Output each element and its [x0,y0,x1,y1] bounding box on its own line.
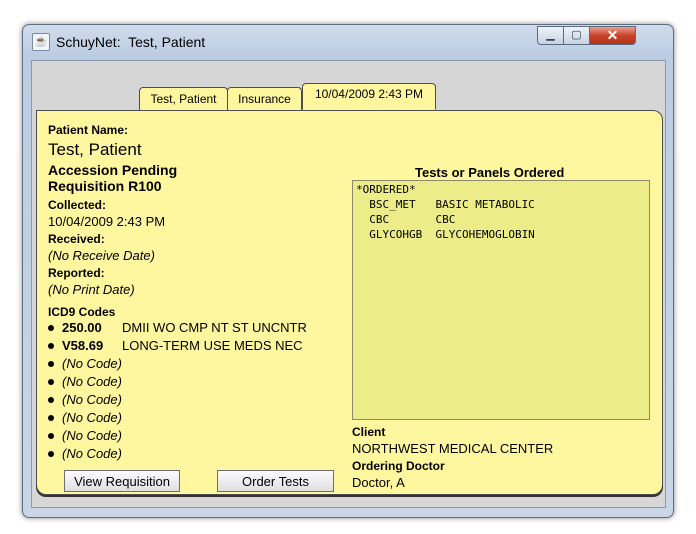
icd9-code-row: V58.69 LONG-TERM USE MEDS NEC [48,338,303,356]
ordering-doctor-label: Ordering Doctor [352,459,445,473]
accession-status: Accession Pending [48,162,178,178]
minimize-button[interactable]: ▁ [537,26,564,45]
view-requisition-button[interactable]: View Requisition [64,470,180,492]
bullet-icon [48,414,54,421]
icd9-code: (No Code) [62,392,122,407]
tests-line: CBC CBC [356,213,456,226]
bullet-icon [48,450,54,457]
icd9-code: 250.00 [62,320,102,335]
icd9-code: (No Code) [62,428,122,443]
icd9-code: (No Code) [62,374,122,389]
icd9-code-row: (No Code) [48,392,122,410]
accession-panel: Patient Name: Test, Patient Accession Pe… [36,110,663,495]
icd9-code-row: (No Code) [48,410,122,428]
tab-accession-date[interactable]: 10/04/2009 2:43 PM [302,83,436,110]
collected-value: 10/04/2009 2:43 PM [48,214,166,229]
icd9-code-row: (No Code) [48,446,122,464]
bullet-icon [48,396,54,403]
tab-patient[interactable]: Test, Patient [139,87,228,110]
icd9-description: LONG-TERM USE MEDS NEC [122,338,303,353]
icd9-description: DMII WO CMP NT ST UNCNTR [122,320,307,335]
patient-name: Test, Patient [48,140,142,159]
icd9-code-row: 250.00 DMII WO CMP NT ST UNCNTR [48,320,307,338]
patient-name-label: Patient Name: [48,123,129,137]
tests-line: BSC_MET BASIC METABOLIC [356,198,535,211]
client-area: Test, Patient Insurance 10/04/2009 2:43 … [31,60,666,508]
maximize-button[interactable]: ▢ [563,26,590,45]
icd9-code: V58.69 [62,338,104,353]
close-icon: ✕ [606,27,619,43]
icd9-label: ICD9 Codes [48,305,116,319]
order-tests-button[interactable]: Order Tests [217,470,334,492]
received-value: (No Receive Date) [48,248,155,263]
window-title: SchuyNet: Test, Patient [56,34,206,50]
close-button[interactable]: ✕ [589,26,636,45]
bullet-icon [48,360,54,367]
client-name: NORTHWEST MEDICAL CENTER [352,441,554,456]
icd9-code: (No Code) [62,356,122,371]
bullet-icon [48,378,54,385]
minimize-icon: ▁ [546,29,555,41]
icd9-code: (No Code) [62,446,122,461]
reported-value: (No Print Date) [48,282,135,297]
received-label: Received: [48,232,105,246]
icd9-code-row: (No Code) [48,356,122,374]
title-bar[interactable]: ☕ SchuyNet: Test, Patient ▁ ▢ ✕ [23,25,673,55]
app-window: ☕ SchuyNet: Test, Patient ▁ ▢ ✕ Test, Pa… [22,24,674,518]
client-label: Client [352,425,386,439]
icd9-code-row: (No Code) [48,374,122,392]
bullet-icon [48,324,54,331]
tab-insurance[interactable]: Insurance [227,87,302,110]
reported-label: Reported: [48,266,105,280]
bullet-icon [48,342,54,349]
java-cup-icon[interactable]: ☕ [32,33,50,51]
tests-ordered-title: Tests or Panels Ordered [415,165,565,180]
icd9-code: (No Code) [62,410,122,425]
ordering-doctor-name: Doctor, A [352,475,405,490]
tests-ordered-box[interactable]: *ORDERED* BSC_MET BASIC METABOLIC CBC CB… [352,180,650,420]
icd9-code-row: (No Code) [48,428,122,446]
maximize-icon: ▢ [571,29,582,41]
collected-label: Collected: [48,198,107,212]
tests-line: *ORDERED* [356,183,416,196]
bullet-icon [48,432,54,439]
requisition-number: Requisition R100 [48,178,162,194]
tests-line: GLYCOHGB GLYCOHEMOGLOBIN [356,228,535,241]
